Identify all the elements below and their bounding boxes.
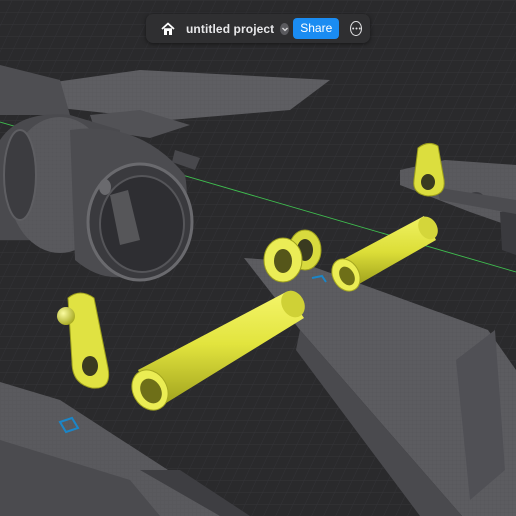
chevron-down-icon[interactable] <box>280 22 290 35</box>
project-toolbar: untitled project Share <box>146 14 370 43</box>
share-button[interactable]: Share <box>293 18 340 39</box>
home-icon[interactable] <box>160 20 176 38</box>
more-options-icon[interactable] <box>350 21 362 36</box>
3d-viewport[interactable] <box>0 0 516 516</box>
project-name-label[interactable]: untitled project <box>186 22 274 36</box>
